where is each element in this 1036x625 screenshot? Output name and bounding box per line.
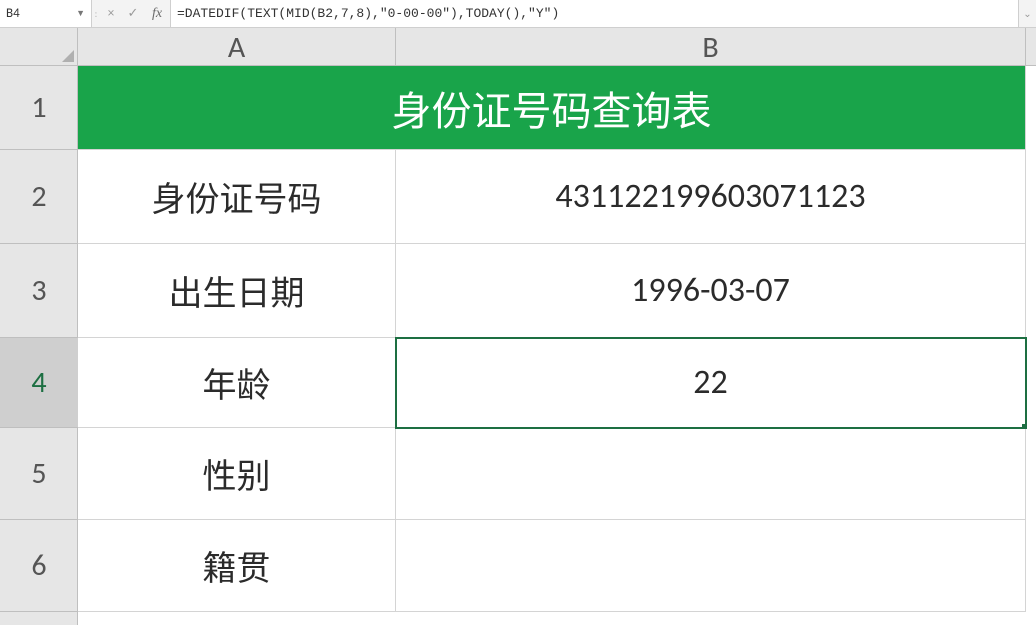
- label-native-place[interactable]: 籍贯: [78, 520, 396, 612]
- spreadsheet-grid: A B 1 2 3 4 5 6 身份证号码查询表 身份证号码 431122199…: [0, 28, 1036, 625]
- col-header-a[interactable]: A: [78, 28, 396, 66]
- value-native-place[interactable]: [396, 520, 1026, 612]
- value-id-number[interactable]: 431122199603071123: [396, 150, 1026, 244]
- row-headers: 1 2 3 4 5 6: [0, 66, 78, 625]
- formula-buttons: : × ✓ fx: [92, 0, 171, 27]
- row-1: 身份证号码查询表: [78, 66, 1036, 150]
- row-header-6[interactable]: 6: [0, 520, 78, 612]
- row-header-5[interactable]: 5: [0, 428, 78, 520]
- row-5: 性别: [78, 428, 1036, 520]
- name-box-value: B4: [6, 6, 76, 21]
- label-id-number[interactable]: 身份证号码: [78, 150, 396, 244]
- row-header-4[interactable]: 4: [0, 338, 78, 428]
- formula-bar: B4 ▼ : × ✓ fx =DATEDIF(TEXT(MID(B2,7,8),…: [0, 0, 1036, 28]
- formula-input[interactable]: =DATEDIF(TEXT(MID(B2,7,8),"0-00-00"),TOD…: [171, 0, 1018, 27]
- cancel-icon[interactable]: ×: [100, 0, 122, 28]
- excel-window: B4 ▼ : × ✓ fx =DATEDIF(TEXT(MID(B2,7,8),…: [0, 0, 1036, 625]
- row-header-1[interactable]: 1: [0, 66, 78, 150]
- column-headers: A B: [78, 28, 1036, 66]
- label-age[interactable]: 年龄: [78, 338, 396, 428]
- row-4: 年龄 22: [78, 338, 1036, 428]
- row-header-3[interactable]: 3: [0, 244, 78, 338]
- title-cell[interactable]: 身份证号码查询表: [78, 66, 1026, 150]
- confirm-icon[interactable]: ✓: [122, 0, 144, 28]
- row-2: 身份证号码 431122199603071123: [78, 150, 1036, 244]
- formula-expand-icon[interactable]: ⌄: [1018, 0, 1036, 27]
- col-header-b[interactable]: B: [396, 28, 1026, 66]
- row-3: 出生日期 1996-03-07: [78, 244, 1036, 338]
- formula-separator: :: [92, 0, 100, 28]
- select-all-corner[interactable]: [0, 28, 78, 66]
- name-box-dropdown-icon[interactable]: ▼: [76, 8, 85, 19]
- row-6: 籍贯: [78, 520, 1036, 612]
- cells-container: 身份证号码查询表 身份证号码 431122199603071123 出生日期 1…: [78, 66, 1036, 625]
- row-header-2[interactable]: 2: [0, 150, 78, 244]
- label-gender[interactable]: 性别: [78, 428, 396, 520]
- fx-icon[interactable]: fx: [144, 0, 170, 28]
- value-birth-date[interactable]: 1996-03-07: [396, 244, 1026, 338]
- value-gender[interactable]: [396, 428, 1026, 520]
- label-birth-date[interactable]: 出生日期: [78, 244, 396, 338]
- name-box[interactable]: B4 ▼: [0, 0, 92, 27]
- value-age[interactable]: 22: [396, 338, 1026, 428]
